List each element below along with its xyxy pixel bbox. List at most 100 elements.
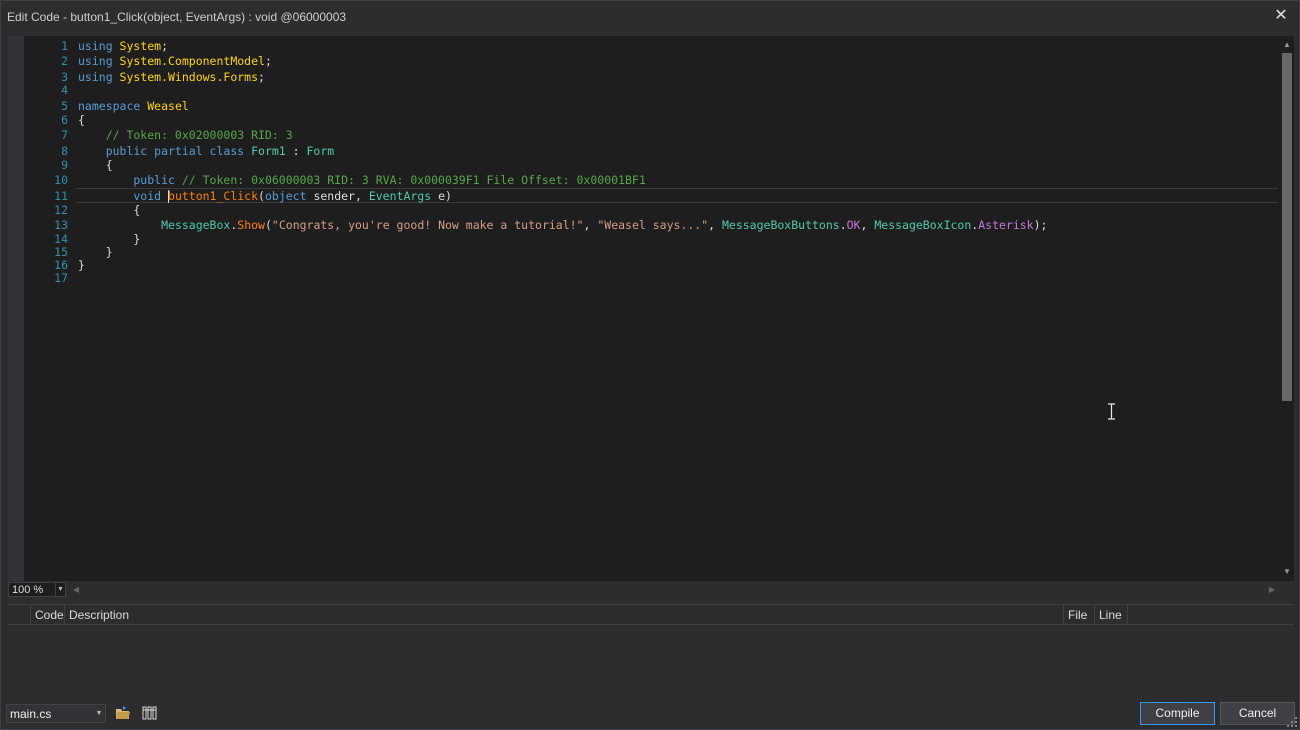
code-line[interactable]: { — [78, 158, 113, 172]
code-token: MessageBoxIcon — [874, 218, 972, 232]
cancel-button[interactable]: Cancel — [1220, 702, 1295, 725]
code-line[interactable]: namespace Weasel — [78, 99, 189, 113]
zoom-combo[interactable]: 100 % ▼ — [8, 582, 66, 597]
line-number: 14 — [54, 232, 68, 246]
code-line[interactable]: public // Token: 0x06000003 RID: 3 RVA: … — [78, 173, 645, 187]
code-token: } — [78, 232, 141, 246]
text-caret — [168, 190, 169, 203]
line-number: 17 — [54, 271, 68, 285]
code-token: using — [78, 70, 120, 84]
code-editor[interactable]: 1 2 3 4 5 6 7 8 9 10 11 12 13 14 15 16 17 using System; u… — [8, 36, 1294, 581]
code-token: { — [78, 203, 141, 217]
code-token: // Token: 0x02000003 RID: 3 — [78, 128, 293, 142]
column-header-description[interactable]: Description — [65, 605, 1064, 625]
scroll-left-icon[interactable]: ◀ — [70, 582, 82, 597]
code-line[interactable]: using System; — [78, 39, 168, 53]
open-folder-icon[interactable] — [115, 705, 131, 721]
code-token: : — [285, 144, 307, 158]
code-token: MessageBoxButtons — [721, 218, 840, 232]
code-token: . — [839, 218, 847, 232]
line-number: 8 — [61, 144, 68, 158]
line-number: 2 — [61, 54, 68, 68]
code-token: { — [78, 113, 85, 127]
code-token: public — [78, 173, 182, 187]
chevron-down-icon[interactable]: ▼ — [55, 583, 65, 596]
code-line[interactable]: { — [78, 203, 140, 217]
chevron-down-icon[interactable]: ▼ — [93, 705, 105, 722]
code-line[interactable]: } — [78, 245, 113, 259]
line-number: 1 — [61, 39, 68, 53]
line-number-gutter: 1 2 3 4 5 6 7 8 9 10 11 12 13 14 15 16 17 — [24, 36, 68, 581]
code-line[interactable]: using System.Windows.Forms; — [78, 70, 265, 84]
column-header-code[interactable]: Code — [31, 605, 65, 625]
horizontal-scrollbar[interactable]: ◀ ▶ — [68, 582, 1280, 597]
line-number: 9 — [61, 158, 68, 172]
code-line[interactable]: // Token: 0x02000003 RID: 3 — [78, 128, 293, 142]
code-line[interactable]: { — [78, 113, 85, 127]
vertical-scroll-thumb[interactable] — [1282, 53, 1292, 401]
code-token: sender, — [306, 189, 369, 203]
code-token: System.Windows.Forms — [119, 70, 259, 84]
column-header-line[interactable]: Line — [1095, 605, 1128, 625]
column-header-severity[interactable] — [8, 605, 31, 625]
line-number: 4 — [61, 83, 68, 97]
references-icon[interactable] — [142, 705, 158, 721]
code-token: public partial class — [78, 144, 252, 158]
line-number: 15 — [54, 245, 68, 259]
file-select[interactable]: main.cs ▼ — [6, 704, 106, 723]
close-icon[interactable]: ✕ — [1273, 7, 1289, 25]
line-number: 11 — [54, 189, 68, 203]
code-token: Form — [306, 144, 335, 158]
code-token: e) — [431, 189, 452, 203]
code-token: object — [264, 189, 307, 203]
file-select-value: main.cs — [10, 707, 52, 721]
code-line[interactable]: } — [78, 232, 140, 246]
line-number: 10 — [54, 173, 68, 187]
code-token: ( — [258, 189, 265, 203]
line-number: 6 — [61, 113, 68, 127]
scroll-right-icon[interactable]: ▶ — [1266, 582, 1278, 597]
code-token: Show — [237, 218, 265, 232]
code-token: System — [119, 39, 162, 53]
code-token: "Congrats, you're good! Now make a tutor… — [271, 218, 584, 232]
code-line[interactable]: using System.ComponentModel; — [78, 54, 272, 68]
code-token: using — [78, 54, 120, 68]
compile-button[interactable]: Compile — [1140, 702, 1215, 725]
scroll-up-icon[interactable]: ▲ — [1280, 38, 1294, 52]
code-token: using — [78, 39, 120, 53]
code-token: ); — [1033, 218, 1048, 232]
code-token: OK — [846, 218, 861, 232]
line-number: 5 — [61, 99, 68, 113]
code-area[interactable]: using System; using System.ComponentModel… — [78, 36, 1278, 581]
code-line[interactable]: MessageBox. Show("Congrats, you're good! … — [78, 218, 1047, 232]
scroll-down-icon[interactable]: ▼ — [1280, 565, 1294, 579]
code-token: MessageBox — [161, 218, 231, 232]
line-number: 16 — [54, 258, 68, 272]
code-token: button1_Click — [168, 189, 259, 203]
code-token: ; — [264, 54, 272, 68]
line-number: 3 — [61, 70, 68, 84]
line-number: 7 — [61, 128, 68, 142]
code-token: void — [78, 189, 169, 203]
code-token: namespace — [78, 99, 148, 113]
resize-grip-icon[interactable] — [1287, 717, 1297, 727]
error-list: Code Description File Line — [8, 604, 1294, 696]
code-token: } — [78, 258, 85, 272]
code-token: Weasel — [147, 99, 189, 113]
code-token: , — [583, 218, 598, 232]
code-line[interactable]: } — [78, 258, 85, 272]
line-number: 13 — [54, 218, 68, 232]
code-token: , — [708, 218, 722, 232]
code-token: ; — [161, 39, 169, 53]
code-line[interactable]: void button1_Click(object sender, EventA… — [78, 189, 452, 203]
editor-margin — [8, 36, 24, 581]
editor-status-bar: 100 % ▼ ◀ ▶ — [8, 581, 1294, 598]
vertical-scrollbar[interactable]: ▲ ▼ — [1280, 36, 1294, 581]
code-token: System.ComponentModel — [119, 54, 265, 68]
code-line[interactable]: public partial class Form1 : Form — [78, 144, 335, 158]
edit-code-dialog: Edit Code - button1_Click(object, EventA… — [0, 0, 1300, 730]
column-header-file[interactable]: File — [1064, 605, 1095, 625]
title-bar: Edit Code - button1_Click(object, EventA… — [1, 1, 1299, 33]
code-token: } — [78, 245, 113, 259]
code-token: EventArgs — [368, 189, 432, 203]
